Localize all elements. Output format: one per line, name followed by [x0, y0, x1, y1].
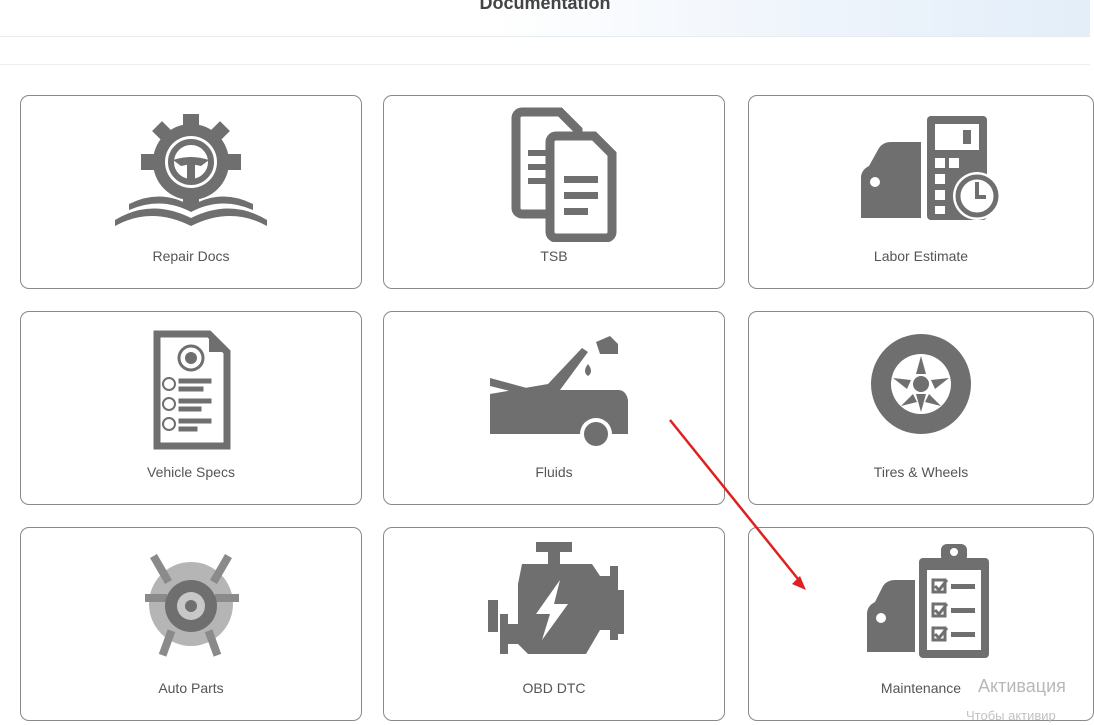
gear-steering-book-icon	[115, 114, 267, 226]
car-checklist-icon	[867, 544, 989, 658]
documents-icon	[511, 107, 617, 242]
tile-label: Repair Docs	[152, 248, 230, 264]
tile-obd-dtc[interactable]: OBD DTC	[383, 527, 725, 721]
tile-label: OBD DTC	[522, 680, 586, 696]
auto-parts-icon	[145, 554, 239, 657]
activation-watermark: Активация	[978, 676, 1066, 696]
header-divider	[0, 64, 1090, 65]
tire-wheel-icon	[871, 334, 971, 434]
tile-fluids[interactable]: Fluids	[383, 311, 725, 505]
tile-auto-parts[interactable]: Auto Parts	[20, 527, 362, 721]
activation-watermark-subtext: Чтобы активир	[966, 708, 1056, 723]
tile-vehicle-specs[interactable]: Vehicle Specs	[20, 311, 362, 505]
tile-labor-estimate[interactable]: Labor Estimate	[748, 95, 1094, 289]
tile-label: Vehicle Specs	[147, 464, 235, 480]
engine-bolt-icon	[488, 542, 624, 654]
tile-tsb[interactable]: TSB	[383, 95, 725, 289]
tile-label: Labor Estimate	[873, 248, 969, 264]
page-header: Documentation	[0, 0, 1090, 37]
tile-label: Fluids	[535, 464, 573, 480]
tile-label: Auto Parts	[158, 680, 224, 696]
car-calculator-clock-icon	[861, 116, 1001, 220]
tile-tires-wheels[interactable]: Tires & Wheels	[748, 311, 1094, 505]
tile-repair-docs[interactable]: Repair Docs	[20, 95, 362, 289]
spec-sheet-icon	[153, 330, 231, 450]
tile-label: Tires & Wheels	[873, 464, 969, 480]
tile-label: TSB	[540, 248, 568, 264]
page-title: Documentation	[479, 0, 611, 13]
car-hood-oil-icon	[490, 336, 628, 450]
